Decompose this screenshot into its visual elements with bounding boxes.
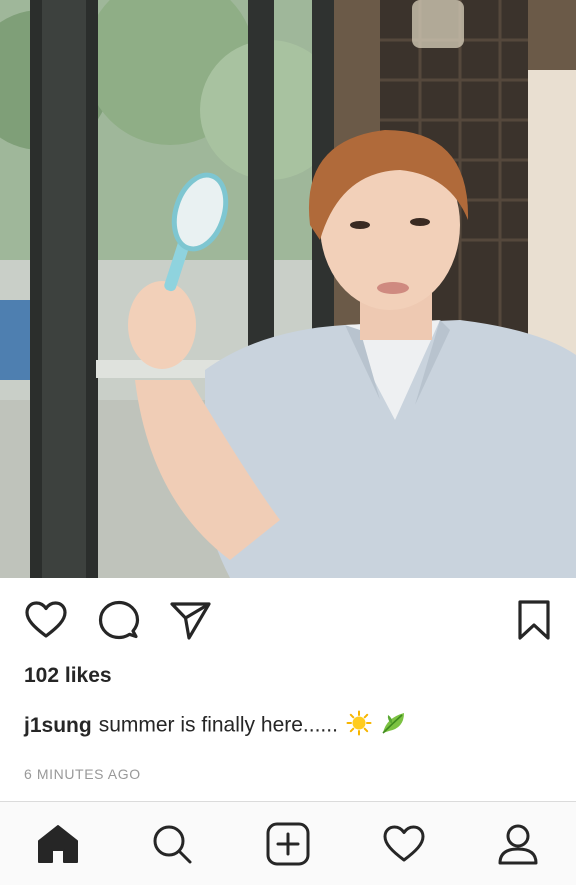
- bookmark-icon: [518, 600, 550, 640]
- caption-username[interactable]: j1sung: [24, 714, 92, 737]
- leaf-emoji: [380, 710, 408, 742]
- tab-new-post[interactable]: [264, 820, 312, 868]
- paper-plane-icon: [170, 602, 211, 640]
- post-action-bar: [0, 578, 576, 662]
- bottom-tab-bar: [0, 801, 576, 885]
- likes-count[interactable]: 102 likes: [24, 664, 112, 688]
- like-button[interactable]: [24, 598, 68, 642]
- heart-outline-icon: [25, 601, 67, 638]
- tab-search[interactable]: [148, 820, 196, 868]
- comment-bubble-icon: [98, 600, 140, 640]
- activity-heart-icon: [383, 825, 425, 862]
- save-button[interactable]: [512, 598, 556, 642]
- tab-profile[interactable]: [494, 820, 542, 868]
- tab-activity[interactable]: [380, 820, 428, 868]
- search-icon: [153, 825, 192, 864]
- home-icon: [38, 825, 78, 863]
- post-caption: j1sung summer is finally here......: [24, 710, 408, 742]
- photo-illustration: [0, 0, 576, 578]
- add-post-icon: [266, 822, 310, 866]
- tab-home[interactable]: [34, 820, 82, 868]
- post-photo[interactable]: [0, 0, 576, 578]
- post-timestamp: 6 MINUTES AGO: [24, 766, 141, 782]
- caption-text: summer is finally here......: [98, 713, 338, 737]
- sun-emoji: [346, 710, 372, 742]
- comment-button[interactable]: [97, 598, 141, 642]
- share-button[interactable]: [168, 598, 212, 642]
- profile-icon: [498, 824, 538, 865]
